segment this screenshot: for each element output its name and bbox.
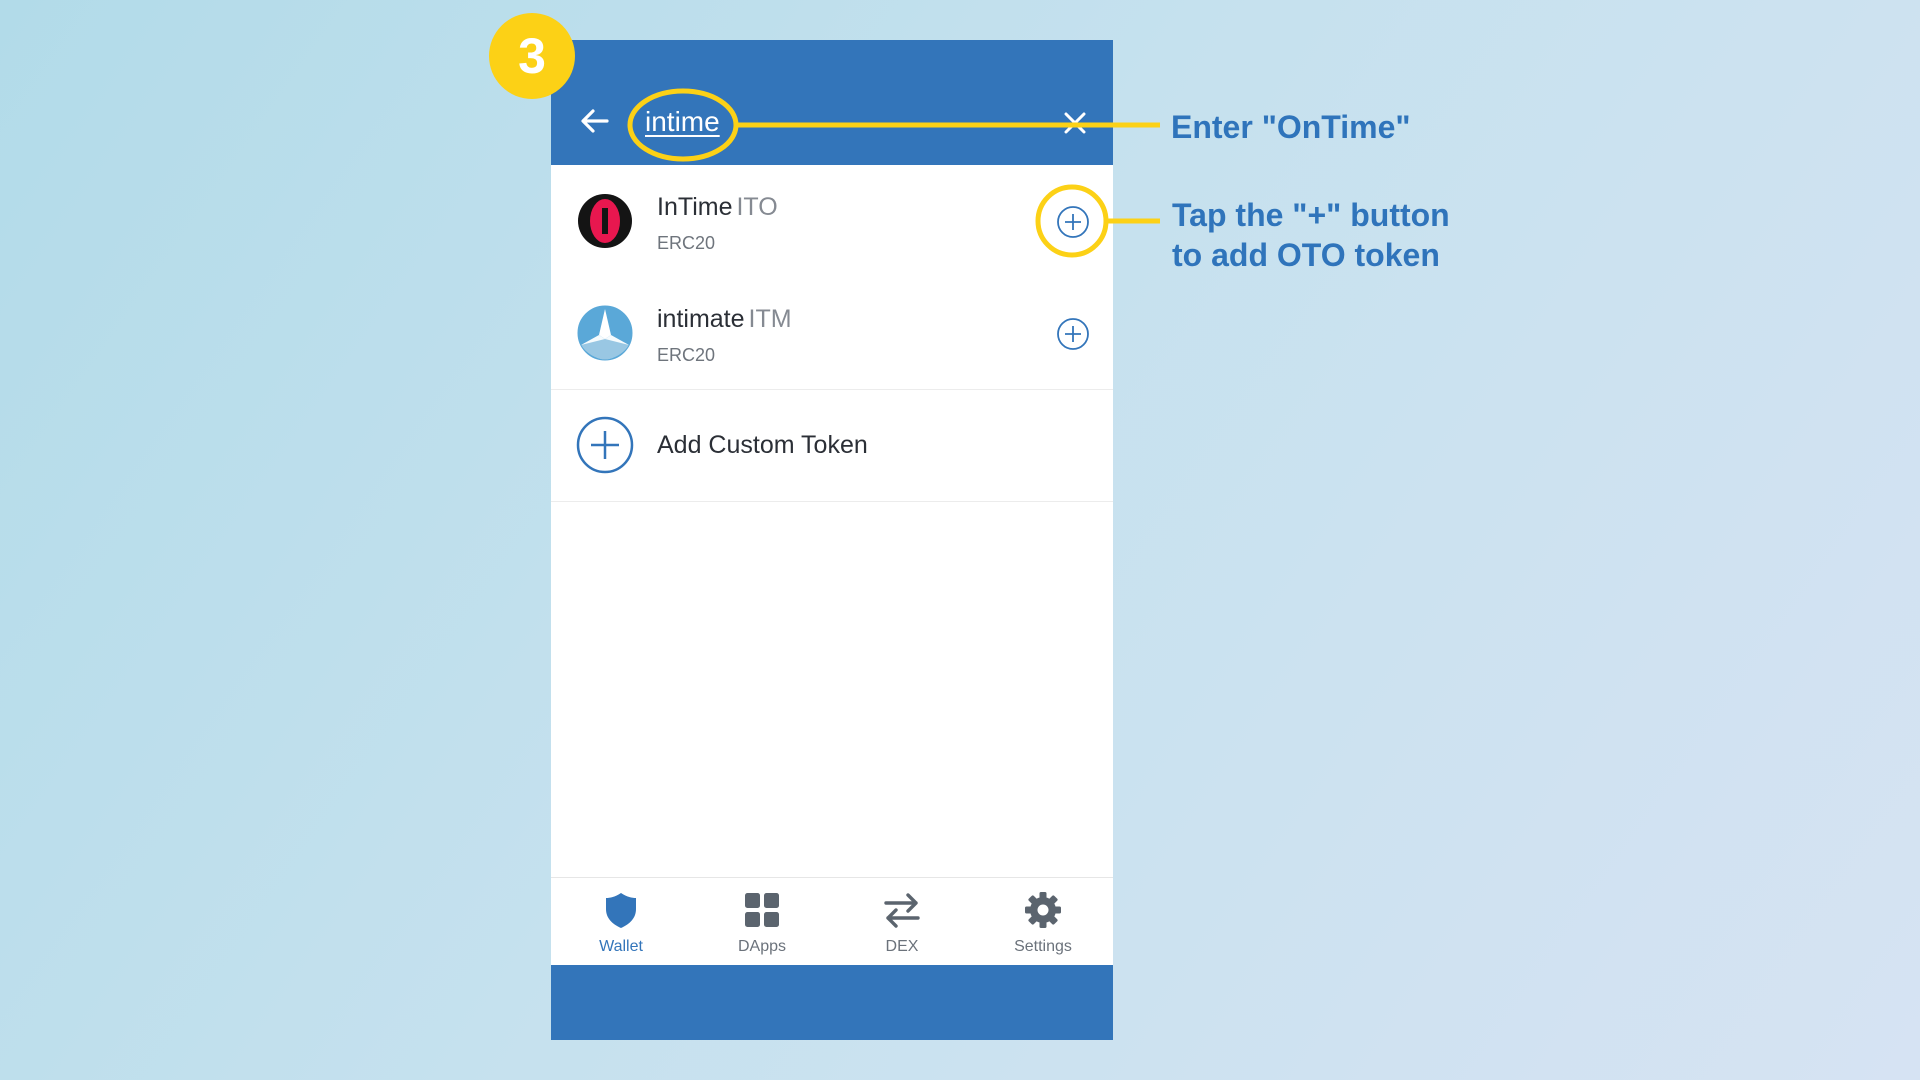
back-button[interactable] — [577, 103, 613, 139]
add-custom-token-label: Add Custom Token — [657, 431, 868, 459]
search-instruction: Enter "OnTime" — [1171, 109, 1411, 145]
search-input[interactable]: intime — [645, 104, 720, 140]
mobile-app-screen: intime InTime ITO ERC20 intimate ITM ERC… — [551, 40, 1113, 1040]
token-standard: ERC20 — [657, 345, 716, 365]
nav-item-dapps[interactable]: DApps — [692, 878, 832, 966]
token-name-text: InTime — [657, 193, 733, 221]
add-instruction-line: Tap the "+" button — [1172, 197, 1450, 233]
clear-search-button[interactable] — [1058, 106, 1092, 140]
token-symbol: ITM — [748, 305, 792, 333]
gear-icon — [1025, 892, 1061, 928]
token-name: InTime ITO — [657, 193, 778, 222]
nav-item-settings[interactable]: Settings — [973, 878, 1113, 966]
intime-token-logo — [578, 194, 632, 248]
shield-icon — [606, 893, 636, 928]
plus-circle-icon — [1057, 206, 1089, 238]
nav-label: DEX — [885, 938, 919, 955]
intimate-token-logo — [577, 305, 633, 361]
add-instruction: Tap the "+" button to add OTO token — [1172, 195, 1450, 275]
arrow-left-icon — [581, 109, 609, 133]
token-name: intimate ITM — [657, 305, 792, 334]
plus-circle-icon — [1057, 318, 1089, 350]
add-token-button[interactable] — [1056, 205, 1090, 239]
add-token-button[interactable] — [1056, 317, 1090, 351]
add-custom-token-row[interactable]: Add Custom Token — [551, 389, 1113, 502]
nav-label: Wallet — [599, 938, 643, 955]
grid-icon — [745, 893, 779, 927]
add-instruction-line: to add OTO token — [1172, 237, 1440, 273]
token-symbol: ITO — [736, 193, 778, 221]
plus-circle-icon — [576, 416, 634, 474]
nav-label: DApps — [737, 938, 787, 955]
token-name-text: intimate — [657, 305, 745, 333]
bottom-system-bar — [551, 965, 1113, 1040]
bottom-navigation: Wallet DApps DEX Settings — [551, 877, 1113, 966]
token-row[interactable]: intimate ITM ERC20 — [551, 277, 1113, 390]
swap-arrows-icon — [884, 893, 920, 928]
nav-label: Settings — [1014, 938, 1072, 955]
token-row[interactable]: InTime ITO ERC20 — [551, 165, 1113, 278]
search-header: intime — [551, 40, 1113, 165]
close-icon — [1064, 112, 1086, 134]
nav-item-dex[interactable]: DEX — [832, 878, 972, 966]
token-standard: ERC20 — [657, 233, 716, 253]
nav-item-wallet[interactable]: Wallet — [551, 878, 691, 966]
